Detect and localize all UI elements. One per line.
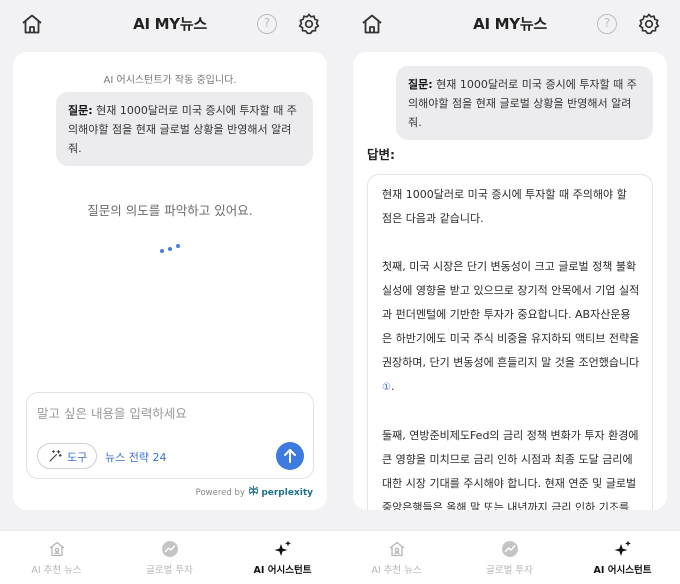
question-prefix: 질문: xyxy=(408,78,433,91)
tab-label: 글로벌 투자 xyxy=(486,565,533,576)
home-news-icon xyxy=(389,541,405,557)
tab-ai-assistant[interactable]: AI 어시스턴트 xyxy=(566,531,679,584)
powered-by-label: Powered by perplexity xyxy=(196,485,313,498)
settings-gear-icon[interactable] xyxy=(637,12,661,36)
answer-text-end: . xyxy=(390,380,395,393)
question-text: 현재 1000달러로 미국 증시에 투자할 때 주의해야할 점을 현재 글로벌 … xyxy=(68,104,297,155)
tab-label: AI 어시스턴트 xyxy=(593,565,652,576)
tab-global-invest[interactable]: 글로벌 투자 xyxy=(113,531,226,584)
citation-link[interactable]: ① xyxy=(382,382,391,393)
tab-ai-news[interactable]: AI 추천 뉴스 xyxy=(0,531,113,584)
page-title: AI MY뉴스 xyxy=(473,15,547,33)
news-strategy-link[interactable]: 뉴스 전략 24 xyxy=(105,449,166,465)
answer-label: 답변: xyxy=(367,147,395,162)
answer-text: 첫째, 미국 시장은 단기 변동성이 크고 글로벌 정책 불확실성에 영향을 받… xyxy=(382,260,640,369)
powered-by-prefix: Powered by xyxy=(195,488,245,498)
intent-analysis-text: 질문의 의도를 파악하고 있어요. xyxy=(87,203,253,218)
chat-input-placeholder[interactable]: 말고 싶은 내용을 입력하세요 xyxy=(37,403,187,422)
answer-paragraph: 첫째, 미국 시장은 단기 변동성이 크고 글로벌 정책 불확실성에 영향을 받… xyxy=(382,255,640,400)
assistant-screen-answer: AI MY뉴스 ? 질문: 현재 1000달러로 미국 증시에 투자할 때 주의… xyxy=(340,0,680,584)
help-icon[interactable]: ? xyxy=(597,14,617,34)
answer-paragraph: 현재 1000달러로 미국 증시에 투자할 때 주의해야 할 점은 다음과 같습… xyxy=(382,188,627,225)
chat-input-box[interactable]: 말고 싶은 내용을 입력하세요 도구 뉴스 전략 24 xyxy=(26,392,314,479)
perplexity-logo-icon xyxy=(248,485,258,496)
bottom-tab-bar: AI 추천 뉴스 글로벌 투자 AI 어시스턴트 xyxy=(0,530,340,584)
loading-dots-icon xyxy=(158,242,188,256)
trend-chart-icon xyxy=(502,541,518,557)
bottom-tab-bar: AI 추천 뉴스 글로벌 투자 AI 어시스턴트 xyxy=(340,530,680,584)
tab-ai-news[interactable]: AI 추천 뉴스 xyxy=(340,531,453,584)
perplexity-brand: perplexity xyxy=(261,488,313,498)
page-title: AI MY뉴스 xyxy=(133,15,207,33)
assistant-card: 질문: 현재 1000달러로 미국 증시에 투자할 때 주의해야할 점을 현재 … xyxy=(353,52,667,510)
home-news-icon xyxy=(49,541,65,557)
app-header: AI MY뉴스 ? xyxy=(0,0,340,50)
question-prefix: 질문: xyxy=(68,104,93,117)
sparkle-icon xyxy=(274,540,291,556)
tool-button-label: 도구 xyxy=(67,451,88,464)
tool-button[interactable]: 도구 xyxy=(37,443,97,469)
arrow-up-icon xyxy=(284,449,296,463)
send-button[interactable] xyxy=(276,442,304,470)
tab-label: AI 어시스턴트 xyxy=(253,565,312,576)
help-icon[interactable]: ? xyxy=(257,14,277,34)
tab-ai-assistant[interactable]: AI 어시스턴트 xyxy=(226,531,339,584)
app-header: AI MY뉴스 ? xyxy=(340,0,680,50)
sparkle-icon xyxy=(614,540,631,556)
question-bubble: 질문: 현재 1000달러로 미국 증시에 투자할 때 주의해야할 점을 현재 … xyxy=(56,92,313,166)
tab-label: AI 추천 뉴스 xyxy=(31,565,82,576)
tab-global-invest[interactable]: 글로벌 투자 xyxy=(453,531,566,584)
tab-label: 글로벌 투자 xyxy=(146,565,193,576)
assistant-screen-loading: AI MY뉴스 ? AI 어시스턴트가 작동 중입니다. 질문: 현재 1000… xyxy=(0,0,340,584)
question-bubble: 질문: 현재 1000달러로 미국 증시에 투자할 때 주의해야할 점을 현재 … xyxy=(396,66,653,140)
assistant-card: AI 어시스턴트가 작동 중입니다. 질문: 현재 1000달러로 미국 증시에… xyxy=(13,52,327,510)
question-text: 현재 1000달러로 미국 증시에 투자할 때 주의해야할 점을 현재 글로벌 … xyxy=(408,78,637,129)
answer-paragraph: 둘째, 연방준비제도Fed의 금리 정책 변화가 투자 환경에 큰 영향을 미치… xyxy=(382,429,639,510)
assistant-status-text: AI 어시스턴트가 작동 중입니다. xyxy=(103,75,237,86)
settings-gear-icon[interactable] xyxy=(297,12,321,36)
trend-chart-icon xyxy=(162,541,178,557)
magic-wand-icon xyxy=(49,449,62,462)
tab-label: AI 추천 뉴스 xyxy=(371,565,422,576)
answer-content: 현재 1000달러로 미국 증시에 투자할 때 주의해야 할 점은 다음과 같습… xyxy=(367,174,653,510)
